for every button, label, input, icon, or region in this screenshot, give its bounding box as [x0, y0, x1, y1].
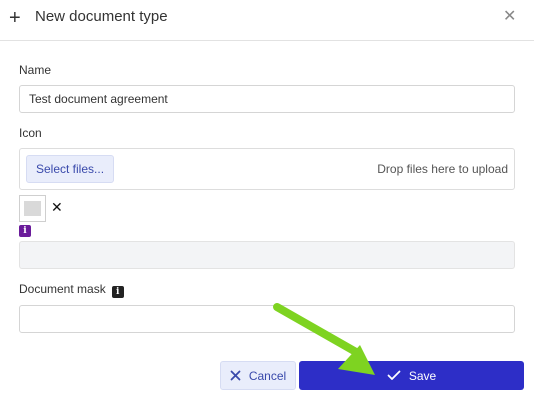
plus-icon: +	[9, 7, 21, 29]
cancel-x-icon	[230, 370, 241, 381]
document-mask-input[interactable]	[19, 305, 515, 333]
save-button[interactable]: Save	[299, 361, 524, 390]
dialog-title: New document type	[35, 8, 168, 25]
drop-files-hint: Drop files here to upload	[377, 162, 508, 176]
select-files-button[interactable]: Select files...	[26, 155, 115, 183]
name-input[interactable]	[19, 85, 515, 113]
annotation-arrow	[273, 303, 375, 375]
uploaded-icon-thumbnail	[19, 195, 46, 222]
save-label: Save	[408, 368, 437, 383]
file-upload-zone[interactable]: Select files... Drop files here to uploa…	[19, 148, 515, 190]
document-mask-label-text: Document mask	[19, 282, 106, 296]
cancel-button[interactable]: Cancel	[220, 361, 296, 390]
dialog-header: + New document type ✕	[0, 0, 534, 41]
name-label: Name	[19, 63, 52, 77]
close-icon[interactable]: ✕	[503, 9, 516, 25]
image-placeholder-icon	[24, 201, 41, 216]
document-mask-label: Document mask i	[19, 282, 124, 298]
info-icon[interactable]: i	[111, 286, 124, 298]
cancel-label: Cancel	[248, 368, 287, 383]
disabled-field	[19, 241, 515, 269]
icon-label: Icon	[19, 126, 42, 140]
remove-file-icon[interactable]: ✕	[51, 200, 63, 214]
check-icon	[387, 370, 401, 380]
info-icon[interactable]: i	[19, 225, 31, 237]
